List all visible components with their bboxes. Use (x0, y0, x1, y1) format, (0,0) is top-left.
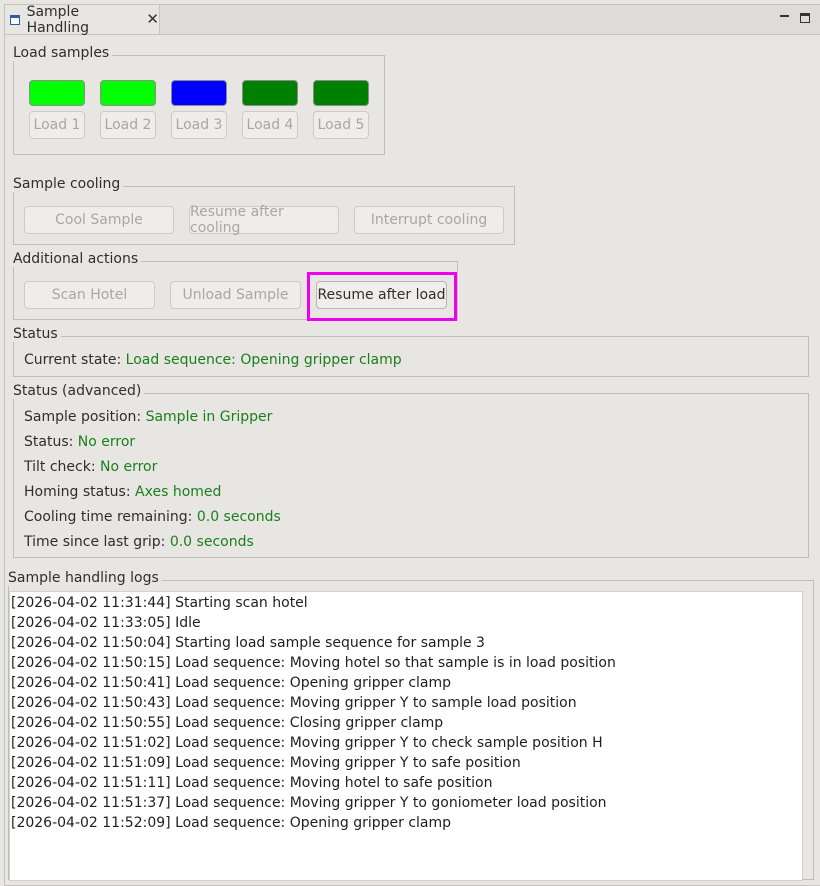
status-field-value: No error (100, 459, 158, 475)
logs-legend: Sample handling logs (8, 570, 162, 586)
log-line: [2026-04-02 11:50:55] Load sequence: Clo… (11, 715, 444, 731)
current-state-label: Current state: (24, 352, 122, 368)
minimize-icon[interactable] (779, 10, 790, 21)
tab-sample-handling[interactable]: Sample Handling ✕ (5, 3, 160, 36)
log-line: [2026-04-02 11:50:04] Starting load samp… (11, 635, 485, 651)
load-5-indicator (313, 80, 369, 106)
view-icon (10, 14, 20, 25)
load-4-button[interactable]: Load 4 (242, 111, 298, 139)
status-field-value: Axes homed (135, 484, 222, 500)
status-legend: Status (13, 326, 61, 342)
status-field-label: Sample position: (24, 409, 142, 425)
log-line: [2026-04-02 11:50:15] Load sequence: Mov… (11, 655, 616, 671)
status-field-label: Homing status: (24, 484, 131, 500)
log-line: [2026-04-02 11:31:44] Starting scan hote… (11, 595, 308, 611)
load-2-button[interactable]: Load 2 (100, 111, 156, 139)
status-advanced-row: Tilt check: No error (24, 459, 157, 475)
load-2-indicator (100, 80, 156, 106)
load-3-indicator (171, 80, 227, 106)
close-icon[interactable]: ✕ (146, 12, 159, 27)
log-line: [2026-04-02 11:51:37] Load sequence: Mov… (11, 795, 607, 811)
status-field-label: Status: (24, 434, 74, 450)
load-5-button[interactable]: Load 5 (313, 111, 369, 139)
status-field-value: No error (77, 434, 136, 450)
status-field-label: Time since last grip: (24, 534, 166, 550)
load-3-button[interactable]: Load 3 (171, 111, 227, 139)
load-1-indicator (29, 80, 85, 106)
maximize-icon[interactable] (800, 13, 810, 23)
additional-actions-legend: Additional actions (13, 251, 142, 267)
status-field-value: Sample in Gripper (145, 409, 273, 425)
status-field-label: Cooling time remaining: (24, 509, 193, 525)
tab-bar: Sample Handling ✕ (5, 3, 820, 36)
scan-hotel-button[interactable]: Scan Hotel (24, 281, 155, 309)
tab-title: Sample Handling (26, 3, 89, 36)
log-line: [2026-04-02 11:50:41] Load sequence: Ope… (11, 675, 452, 691)
unload-sample-button[interactable]: Unload Sample (170, 281, 301, 309)
log-line: [2026-04-02 11:51:02] Load sequence: Mov… (11, 735, 603, 751)
resume-after-cooling-button[interactable]: Resume after cooling (189, 204, 339, 236)
status-advanced-row: Homing status: Axes homed (24, 484, 221, 500)
status-advanced-row: Status: No error (24, 434, 135, 450)
status-advanced-legend: Status (advanced) (13, 383, 145, 399)
current-state-row: Current state: Load sequence: Opening gr… (24, 352, 402, 368)
status-advanced-row: Sample position: Sample in Gripper (24, 409, 272, 425)
status-advanced-row: Time since last grip: 0.0 seconds (24, 534, 254, 550)
status-field-value: 0.0 seconds (169, 534, 254, 550)
status-advanced-row: Cooling time remaining: 0.0 seconds (24, 509, 281, 525)
log-text-area[interactable]: [2026-04-02 11:31:44] Starting scan hote… (9, 591, 803, 881)
log-line: [2026-04-02 11:50:43] Load sequence: Mov… (11, 695, 577, 711)
log-line: [2026-04-02 11:52:09] Load sequence: Ope… (11, 815, 452, 831)
log-line: [2026-04-02 11:33:05] Idle (11, 615, 201, 631)
load-1-button[interactable]: Load 1 (29, 111, 85, 139)
status-field-label: Tilt check: (24, 459, 96, 475)
load-samples-legend: Load samples (13, 45, 113, 61)
interrupt-cooling-button[interactable]: Interrupt cooling (354, 206, 504, 234)
cool-sample-button[interactable]: Cool Sample (24, 206, 174, 234)
status-field-value: 0.0 seconds (196, 509, 281, 525)
log-line: [2026-04-02 11:51:09] Load sequence: Mov… (11, 755, 521, 771)
resume-after-load-button[interactable]: Resume after load (316, 281, 447, 309)
log-line: [2026-04-02 11:51:11] Load sequence: Mov… (11, 775, 493, 791)
load-4-indicator (242, 80, 298, 106)
current-state-value: Load sequence: Opening gripper clamp (125, 352, 402, 368)
sample-cooling-legend: Sample cooling (13, 176, 124, 192)
